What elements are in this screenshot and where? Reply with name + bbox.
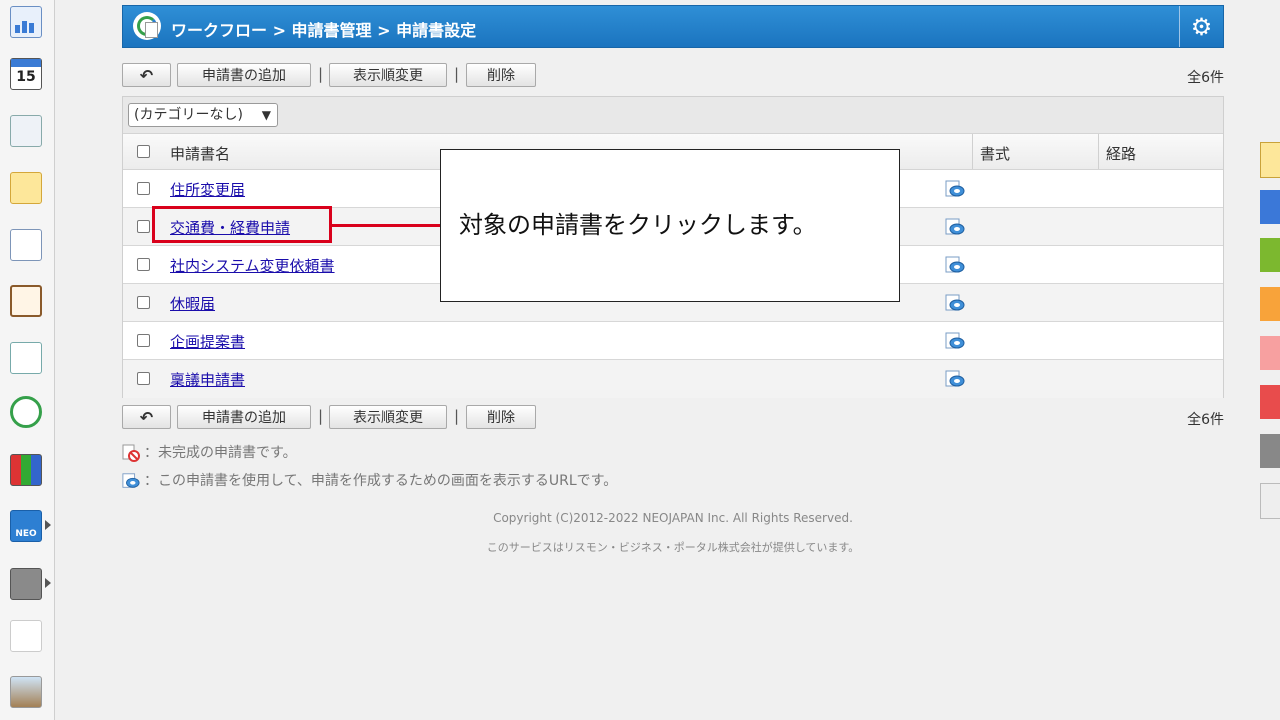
form-link[interactable]: 社内システム変更依頼書 [170,255,335,276]
url-icon[interactable] [945,370,965,388]
pencil-icon[interactable] [1260,483,1280,519]
back-button[interactable]: ↶ [122,63,171,87]
toolbar-separator: | [318,407,324,425]
add-form-button[interactable]: 申請書の追加 [177,63,311,87]
column-header-format: 書式 [980,145,1011,163]
settings-gear-icon[interactable]: ⚙ [1179,6,1223,47]
workflow-icon[interactable] [10,396,42,428]
total-count: 全6件 [1187,412,1224,428]
photo-banner-icon[interactable] [10,676,42,708]
total-count: 全6件 [1187,70,1224,86]
back-button[interactable]: ↶ [122,405,171,429]
clipboard-icon[interactable] [10,285,42,317]
folder-expand-arrow-icon[interactable] [45,578,51,588]
legend-incomplete-text: ：未完成の申請書です。 [144,445,297,461]
pink-tag[interactable] [1260,336,1280,370]
reorder-button[interactable]: 表示順変更 [329,405,447,429]
page-header: ワークフロー > 申請書管理 > 申請書設定 ⚙ [122,5,1224,48]
toolbar-separator: | [318,65,324,83]
form-link[interactable]: 住所変更届 [170,179,245,200]
neo-expand-arrow-icon[interactable] [45,520,51,530]
check-search-icon[interactable] [10,342,42,374]
red-tag[interactable] [1260,385,1280,419]
legend-url: ：この申請書を使用して、申請を作成するための画面を表示するURLです。 [122,470,617,490]
neo-icon[interactable]: NEO [10,510,42,542]
bottom-toolbar: ↶ 申請書の追加 | 表示順変更 | 削除 全6件 [122,405,1224,431]
document-icon[interactable] [10,229,42,261]
url-icon[interactable] [945,332,965,350]
portal-icon[interactable] [10,6,42,38]
reorder-button[interactable]: 表示順変更 [329,63,447,87]
delete-button[interactable]: 削除 [466,405,536,429]
gray-tag[interactable] [1260,434,1280,468]
table-row: 企画提案書 [123,322,1223,360]
form-link[interactable]: 稟議申請書 [170,369,245,390]
chevron-down-icon: ▼ [261,108,271,122]
service-logo-icon[interactable] [10,620,42,652]
legend-url-text: ：この申請書を使用して、申請を作成するための画面を表示するURLです。 [144,473,618,489]
blue-tag[interactable] [1260,190,1280,224]
back-arrow-icon: ↶ [139,407,154,427]
back-arrow-icon: ↶ [139,65,154,85]
category-select[interactable]: (カテゴリーなし) ▼ [128,103,278,127]
column-divider [972,134,973,169]
binder-icon[interactable] [10,454,42,486]
row-checkbox[interactable] [137,296,150,309]
row-checkbox[interactable] [137,334,150,347]
table-row: 稟議申請書 [123,360,1223,398]
url-icon[interactable] [945,256,965,274]
orange-tag[interactable] [1260,287,1280,321]
url-icon[interactable] [945,294,965,312]
app-launcher-rail: 15 NEO [0,0,55,720]
category-select-value: (カテゴリーなし) [134,107,243,123]
form-link[interactable]: 休暇届 [170,293,215,314]
callout-connector [332,224,440,227]
url-icon[interactable] [945,180,965,198]
breadcrumb: ワークフロー > 申請書管理 > 申請書設定 [171,21,477,40]
row-checkbox[interactable] [137,182,150,195]
instruction-callout: 対象の申請書をクリックします。 [440,149,900,302]
select-all-checkbox[interactable] [137,145,150,158]
note-icon[interactable] [1260,142,1280,178]
provider-notice: このサービスはリスモン・ビジネス・ポータル株式会社が提供しています。 [486,541,860,554]
url-icon [122,473,140,488]
workflow-logo-icon [133,12,161,40]
target-highlight [152,206,332,243]
calendar-icon[interactable]: 15 [10,58,42,90]
row-checkbox[interactable] [137,220,150,233]
copyright: Copyright (C)2012-2022 NEOJAPAN Inc. All… [493,511,853,525]
analytics-icon[interactable] [10,115,42,147]
legend-incomplete: ：未完成の申請書です。 [122,442,297,462]
form-link[interactable]: 企画提案書 [170,331,245,352]
memo-icon[interactable] [10,172,42,204]
row-checkbox[interactable] [137,372,150,385]
column-header-route: 経路 [1106,145,1137,163]
delete-button[interactable]: 削除 [466,63,536,87]
add-form-button[interactable]: 申請書の追加 [177,405,311,429]
toolbar-separator: | [454,65,460,83]
green-tag[interactable] [1260,238,1280,272]
top-toolbar: ↶ 申請書の追加 | 表示順変更 | 削除 全6件 [122,63,1224,89]
toolbar-separator: | [454,407,460,425]
folder-icon[interactable] [10,568,42,600]
column-header-name: 申請書名 [170,145,231,163]
url-icon[interactable] [945,218,965,236]
incomplete-form-icon [122,444,140,462]
row-checkbox[interactable] [137,258,150,271]
column-divider [1098,134,1099,169]
